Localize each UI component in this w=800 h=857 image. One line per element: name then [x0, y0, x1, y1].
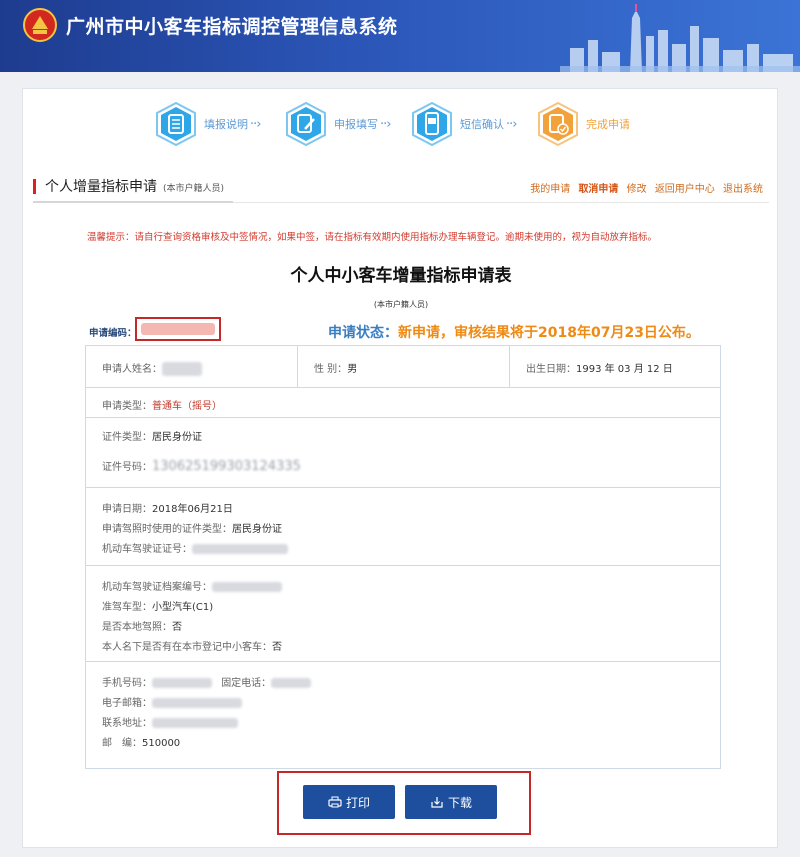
id-type-label: 证件类型： — [102, 432, 152, 443]
table-row: 申请类型：普通车（摇号） — [86, 388, 720, 418]
edit-icon — [286, 101, 326, 147]
apply-date-value: 2018年06月21日 — [152, 504, 233, 515]
table-row: 申请人姓名： 性 别：男 出生日期：1993 年 03 月 12 日 — [86, 346, 720, 388]
my-application-link[interactable]: 我的申请 — [530, 184, 570, 195]
system-title: 广州市中小客车指标调控管理信息系统 — [66, 16, 398, 38]
gender-cell: 性 别：男 — [298, 346, 510, 387]
step-2: 申报填写 ··› — [283, 99, 392, 149]
id-number-value: 130625199303124335 — [152, 459, 301, 474]
table-row: 申请日期：2018年06月21日 申请驾照时使用的证件类型：居民身份证 机动车驾… — [86, 488, 720, 566]
gender-value: 男 — [347, 364, 358, 375]
birth-cell: 出生日期：1993 年 03 月 12 日 — [510, 346, 720, 387]
phone-label: 手机号码： — [102, 678, 152, 689]
file-number-redacted — [212, 582, 282, 592]
status-value: 新申请，审核结果将于2018年07月23日公布。 — [398, 325, 700, 341]
cancel-application-link[interactable]: 取消申请 — [578, 184, 618, 195]
id-type-value: 居民身份证 — [152, 432, 202, 443]
main-card: 填报说明 ··› 申报填写 ··› 短信确认 ··› 完成申请 个人增量指标申请… — [22, 88, 778, 848]
table-row: 证件类型：居民身份证 证件号码：130625199303124335 — [86, 418, 720, 488]
postcode-value: 510000 — [142, 738, 181, 749]
arrow-right-icon: ··› — [380, 116, 392, 132]
birth-label: 出生日期： — [526, 364, 576, 375]
app-header: 广州市中小客车指标调控管理信息系统 — [0, 0, 800, 72]
step-3: 短信确认 ··› — [409, 99, 518, 149]
license-id-type-label: 申请驾照时使用的证件类型： — [102, 524, 232, 535]
table-row: 机动车驾驶证档案编号： 准驾车型：小型汽车(C1) 是否本地驾照：否 本人名下是… — [86, 566, 720, 662]
type-value: 普通车（摇号） — [152, 401, 222, 412]
document-icon — [156, 101, 196, 147]
application-number-highlight — [135, 317, 221, 341]
gender-label: 性 别： — [314, 364, 348, 375]
arrow-right-icon: ··› — [250, 116, 262, 132]
form-title: 个人中小客车增量指标申请表 — [290, 266, 512, 286]
section-links: 我的申请 取消申请 修改 返回用户中心 退出系统 — [525, 180, 763, 195]
city-skyline-icon — [560, 4, 800, 72]
application-table: 申请人姓名： 性 别：男 出生日期：1993 年 03 月 12 日 申请类型：… — [85, 345, 721, 769]
local-license-value: 否 — [172, 622, 182, 633]
download-button-label: 下载 — [447, 795, 472, 810]
print-button[interactable]: 打印 — [303, 785, 395, 819]
registered-car-label: 本人名下是否有在本市登记中小客车： — [102, 642, 272, 653]
section-underline — [33, 201, 233, 203]
section-subtitle: (本市户籍人员) — [163, 184, 225, 194]
logout-link[interactable]: 退出系统 — [723, 184, 763, 195]
progress-steps: 填报说明 ··› 申报填写 ··› 短信确认 ··› 完成申请 — [153, 99, 673, 149]
postcode-label: 邮 编： — [102, 738, 142, 749]
table-row: 手机号码： 固定电话： 电子邮箱： 联系地址： 邮 编：510000 — [86, 662, 720, 768]
arrow-right-icon: ··› — [506, 116, 518, 132]
printer-icon — [328, 796, 342, 808]
local-license-label: 是否本地驾照： — [102, 622, 172, 633]
notice-text: 温馨提示：请自行查询资格审核及中签情况，如果中签，请在指标有效期内使用指标办理车… — [87, 232, 658, 243]
step-4: 完成申请 — [535, 99, 630, 149]
name-redacted — [162, 362, 202, 376]
phone-message-icon — [412, 101, 452, 147]
license-number-label: 机动车驾驶证证号： — [102, 544, 192, 555]
modify-link[interactable]: 修改 — [627, 184, 647, 195]
status-label: 申请状态： — [328, 325, 398, 341]
apply-date-label: 申请日期： — [102, 504, 152, 515]
step-1: 填报说明 ··› — [153, 99, 262, 149]
vehicle-class-value: 小型汽车(C1) — [152, 602, 214, 613]
license-id-type-value: 居民身份证 — [232, 524, 282, 535]
address-label: 联系地址： — [102, 718, 152, 729]
download-icon — [431, 797, 443, 808]
name-cell: 申请人姓名： — [86, 346, 298, 387]
file-number-label: 机动车驾驶证档案编号： — [102, 582, 212, 593]
tel-label: 固定电话： — [221, 678, 272, 689]
application-number-redacted — [141, 323, 215, 335]
address-redacted — [152, 718, 238, 728]
phone-redacted — [152, 678, 212, 688]
section-marker — [33, 179, 36, 194]
form-subtitle: (本市户籍人员) — [373, 300, 429, 309]
application-number-label: 申请编码： — [89, 328, 137, 339]
completed-icon — [538, 101, 578, 147]
birth-value: 1993 年 03 月 12 日 — [576, 364, 673, 375]
step-label: 填报说明 — [204, 118, 248, 131]
print-button-label: 打印 — [345, 795, 370, 810]
emblem-icon — [23, 8, 57, 42]
vehicle-class-label: 准驾车型： — [102, 602, 152, 613]
action-buttons-highlight: 打印 下载 — [277, 771, 531, 835]
download-button[interactable]: 下载 — [405, 785, 497, 819]
email-label: 电子邮箱： — [102, 698, 152, 709]
registered-car-value: 否 — [272, 642, 282, 653]
back-user-center-link[interactable]: 返回用户中心 — [655, 184, 715, 195]
email-redacted — [152, 698, 242, 708]
type-label: 申请类型： — [102, 401, 152, 412]
name-label: 申请人姓名： — [102, 364, 162, 375]
step-label: 短信确认 — [460, 118, 504, 131]
tel-redacted — [271, 678, 312, 688]
step-label: 完成申请 — [586, 118, 630, 131]
application-status: 申请状态：新申请，审核结果将于2018年07月23日公布。 — [328, 322, 700, 342]
license-number-redacted — [192, 544, 288, 554]
section-header: 个人增量指标申请 (本市户籍人员) 我的申请 取消申请 修改 返回用户中心 退出系… — [33, 173, 769, 203]
step-label: 申报填写 — [334, 118, 378, 131]
id-number-label: 证件号码： — [102, 462, 152, 473]
section-title: 个人增量指标申请 (本市户籍人员) — [45, 179, 225, 195]
